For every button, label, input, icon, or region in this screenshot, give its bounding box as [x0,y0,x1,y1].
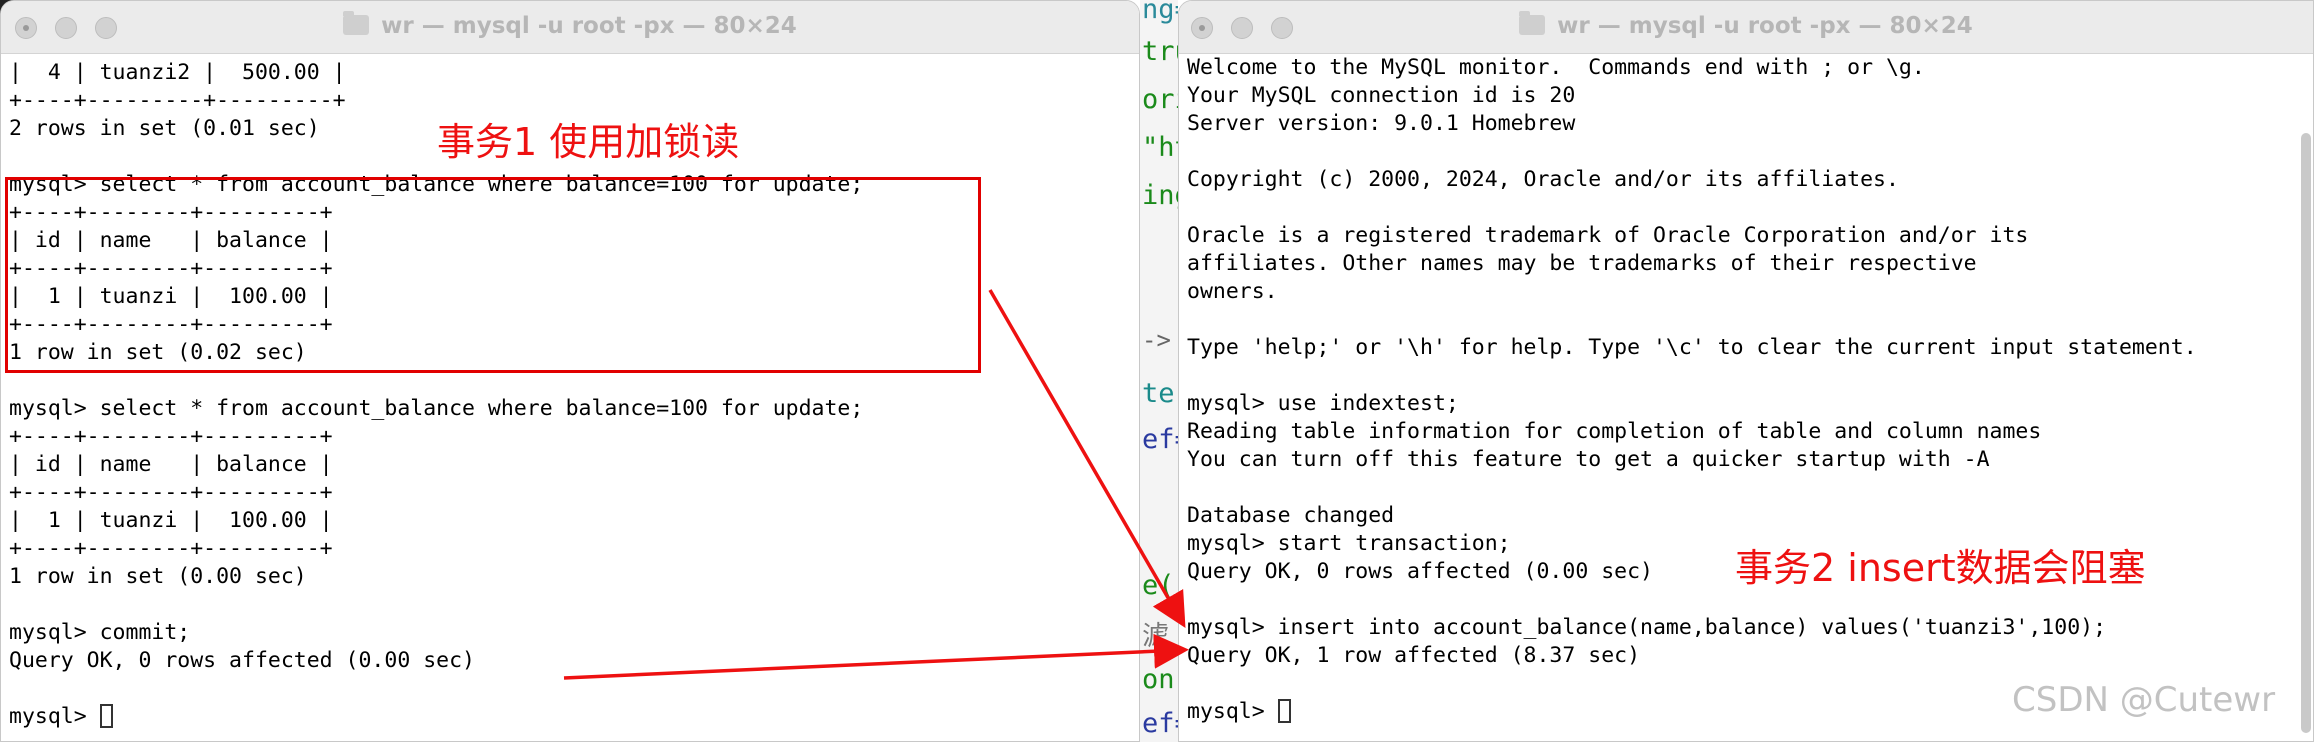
terminal-line: Server version: 9.0.1 Homebrew [1187,111,1576,136]
terminal-line: Welcome to the MySQL monitor. Commands e… [1187,55,1925,80]
folder-icon [343,11,370,35]
folder-icon [1519,11,1546,35]
terminal-line: Copyright (c) 2000, 2024, Oracle and/or … [1187,167,1899,192]
editor-fragment: "ht [1142,132,1178,163]
terminal-line: Type 'help;' or '\h' for help. Type '\c'… [1187,335,2197,360]
terminal-line: mysql> [9,703,1139,731]
terminal-line: +----+--------+---------+ [9,480,333,505]
editor-fragment: ori [1142,84,1178,115]
highlight-box [5,177,981,373]
terminal-line: | 1 | tuanzi | 100.00 | [9,508,333,533]
terminal-window-right[interactable]: wr — mysql -u root -px — 80×24 Welcome t… [1178,0,2314,742]
title-bar[interactable]: wr — mysql -u root -px — 80×24 [1179,1,2313,54]
scrollbar[interactable] [2301,133,2311,733]
editor-fragment: tru [1142,36,1178,67]
terminal-line: Database changed [1187,503,1395,528]
terminal-line: mysql> select * from account_balance whe… [9,396,864,421]
terminal-line: Your MySQL connection id is 20 [1187,83,1576,108]
terminal-line: | 4 | tuanzi2 | 500.00 | [9,60,346,85]
terminal-line: You can turn off this feature to get a q… [1187,447,1990,472]
cursor-block-icon [99,704,113,728]
editor-fragment: ter [1142,378,1178,409]
terminal-window-left[interactable]: wr — mysql -u root -px — 80×24 | 4 | tua… [0,0,1140,742]
editor-fragment: ing [1142,180,1178,211]
editor-fragment: ef= [1142,424,1178,455]
terminal-line: mysql> use indextest; [1187,391,1459,416]
editor-fragment: -> [1142,326,1171,354]
window-title: wr — mysql -u root -px — 80×24 [1,11,1139,39]
editor-fragment: ng= [1142,0,1178,25]
terminal-line: affiliates. Other names may be trademark… [1187,251,1977,276]
watermark: CSDN @Cutewr [2012,680,2276,720]
background-editor: ng= tru ori "ht ing -> ter ef= e( 滤 on' … [1140,0,1178,742]
terminal-line: Oracle is a registered trademark of Orac… [1187,223,2029,248]
editor-fragment: 滤 [1142,621,1169,652]
annotation-tx1: 事务1 使用加锁读 [437,120,740,164]
title-bar[interactable]: wr — mysql -u root -px — 80×24 [1,1,1139,54]
terminal-output[interactable]: Welcome to the MySQL monitor. Commands e… [1187,54,2313,726]
terminal-line: Reading table information for completion… [1187,419,2042,444]
cursor-block-icon [1277,699,1291,723]
annotation-tx2: 事务2 insert数据会阻塞 [1735,546,2146,590]
editor-fragment: on' [1142,664,1178,695]
terminal-line: owners. [1187,279,1278,304]
terminal-line: mysql> insert into account_balance(name,… [1187,615,2107,640]
terminal-line: +----+--------+---------+ [9,424,333,449]
terminal-line: mysql> commit; [9,620,191,645]
editor-fragment: ef= [1142,708,1178,739]
terminal-line: Query OK, 0 rows affected (0.00 sec) [9,648,475,673]
editor-fragment: e( [1142,570,1175,601]
terminal-line: 1 row in set (0.00 sec) [9,564,307,589]
terminal-line: +----+--------+---------+ [9,536,333,561]
terminal-line: Query OK, 1 row affected (8.37 sec) [1187,643,1641,668]
terminal-line: | id | name | balance | [9,452,333,477]
window-title: wr — mysql -u root -px — 80×24 [1179,11,2313,39]
